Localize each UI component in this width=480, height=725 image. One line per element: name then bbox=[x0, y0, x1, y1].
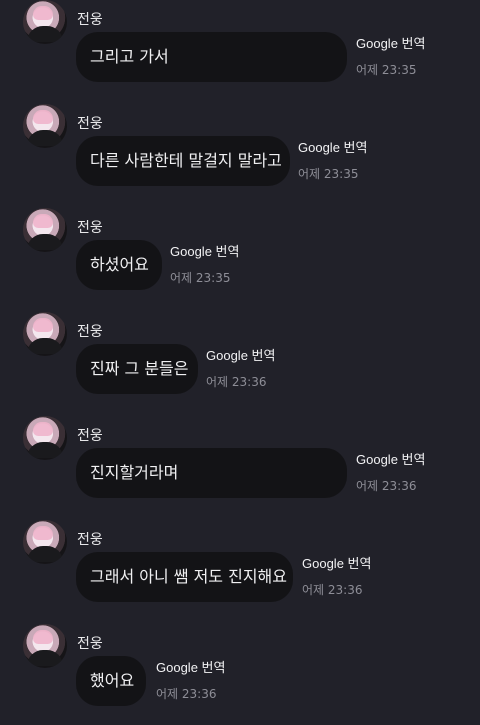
message-item: 전웅 그래서 아니 쌤 저도 진지해요 Google 번역 어제 23:36 bbox=[0, 520, 480, 624]
message-item: 전웅 그리고 가서 Google 번역 어제 23:35 bbox=[0, 0, 480, 104]
message-bubble[interactable]: 그래서 아니 쌤 저도 진지해요 bbox=[76, 552, 293, 602]
sender-name: 전웅 bbox=[77, 636, 103, 652]
sender-name: 전웅 bbox=[77, 220, 103, 236]
message-bubble[interactable]: 했어요 bbox=[76, 656, 146, 706]
message-timestamp: 어제 23:36 bbox=[206, 375, 267, 389]
message-bubble[interactable]: 그리고 가서 bbox=[76, 32, 347, 82]
avatar[interactable] bbox=[23, 520, 67, 564]
avatar[interactable] bbox=[23, 416, 67, 460]
message-bubble[interactable]: 하셨어요 bbox=[76, 240, 162, 290]
sender-name: 전웅 bbox=[77, 428, 103, 444]
sender-name: 전웅 bbox=[77, 532, 103, 548]
message-item: 전웅 하셨어요 Google 번역 어제 23:35 bbox=[0, 208, 480, 312]
message-timestamp: 어제 23:35 bbox=[356, 63, 417, 77]
message-item: 전웅 진짜 그 분들은 Google 번역 어제 23:36 bbox=[0, 312, 480, 416]
google-translate-button[interactable]: Google 번역 bbox=[170, 244, 239, 260]
message-item: 전웅 다른 사람한테 말걸지 말라고 Google 번역 어제 23:35 bbox=[0, 104, 480, 208]
message-item: 전웅 했어요 Google 번역 어제 23:36 bbox=[0, 624, 480, 725]
avatar[interactable] bbox=[23, 104, 67, 148]
google-translate-button[interactable]: Google 번역 bbox=[206, 348, 275, 364]
avatar[interactable] bbox=[23, 0, 67, 44]
google-translate-button[interactable]: Google 번역 bbox=[302, 556, 371, 572]
message-bubble[interactable]: 진지할거라며 bbox=[76, 448, 347, 498]
google-translate-button[interactable]: Google 번역 bbox=[298, 140, 367, 156]
chat-message-list: 전웅 그리고 가서 Google 번역 어제 23:35 전웅 다른 사람한테 … bbox=[0, 0, 480, 725]
message-timestamp: 어제 23:35 bbox=[170, 271, 231, 285]
message-bubble[interactable]: 다른 사람한테 말걸지 말라고 bbox=[76, 136, 290, 186]
message-timestamp: 어제 23:35 bbox=[298, 167, 359, 181]
message-bubble[interactable]: 진짜 그 분들은 bbox=[76, 344, 198, 394]
google-translate-button[interactable]: Google 번역 bbox=[156, 660, 225, 676]
message-item: 전웅 진지할거라며 Google 번역 어제 23:36 bbox=[0, 416, 480, 520]
avatar[interactable] bbox=[23, 624, 67, 668]
message-timestamp: 어제 23:36 bbox=[302, 583, 363, 597]
sender-name: 전웅 bbox=[77, 12, 103, 28]
google-translate-button[interactable]: Google 번역 bbox=[356, 36, 425, 52]
google-translate-button[interactable]: Google 번역 bbox=[356, 452, 425, 468]
sender-name: 전웅 bbox=[77, 116, 103, 132]
sender-name: 전웅 bbox=[77, 324, 103, 340]
avatar[interactable] bbox=[23, 208, 67, 252]
message-timestamp: 어제 23:36 bbox=[156, 687, 217, 701]
message-timestamp: 어제 23:36 bbox=[356, 479, 417, 493]
avatar[interactable] bbox=[23, 312, 67, 356]
